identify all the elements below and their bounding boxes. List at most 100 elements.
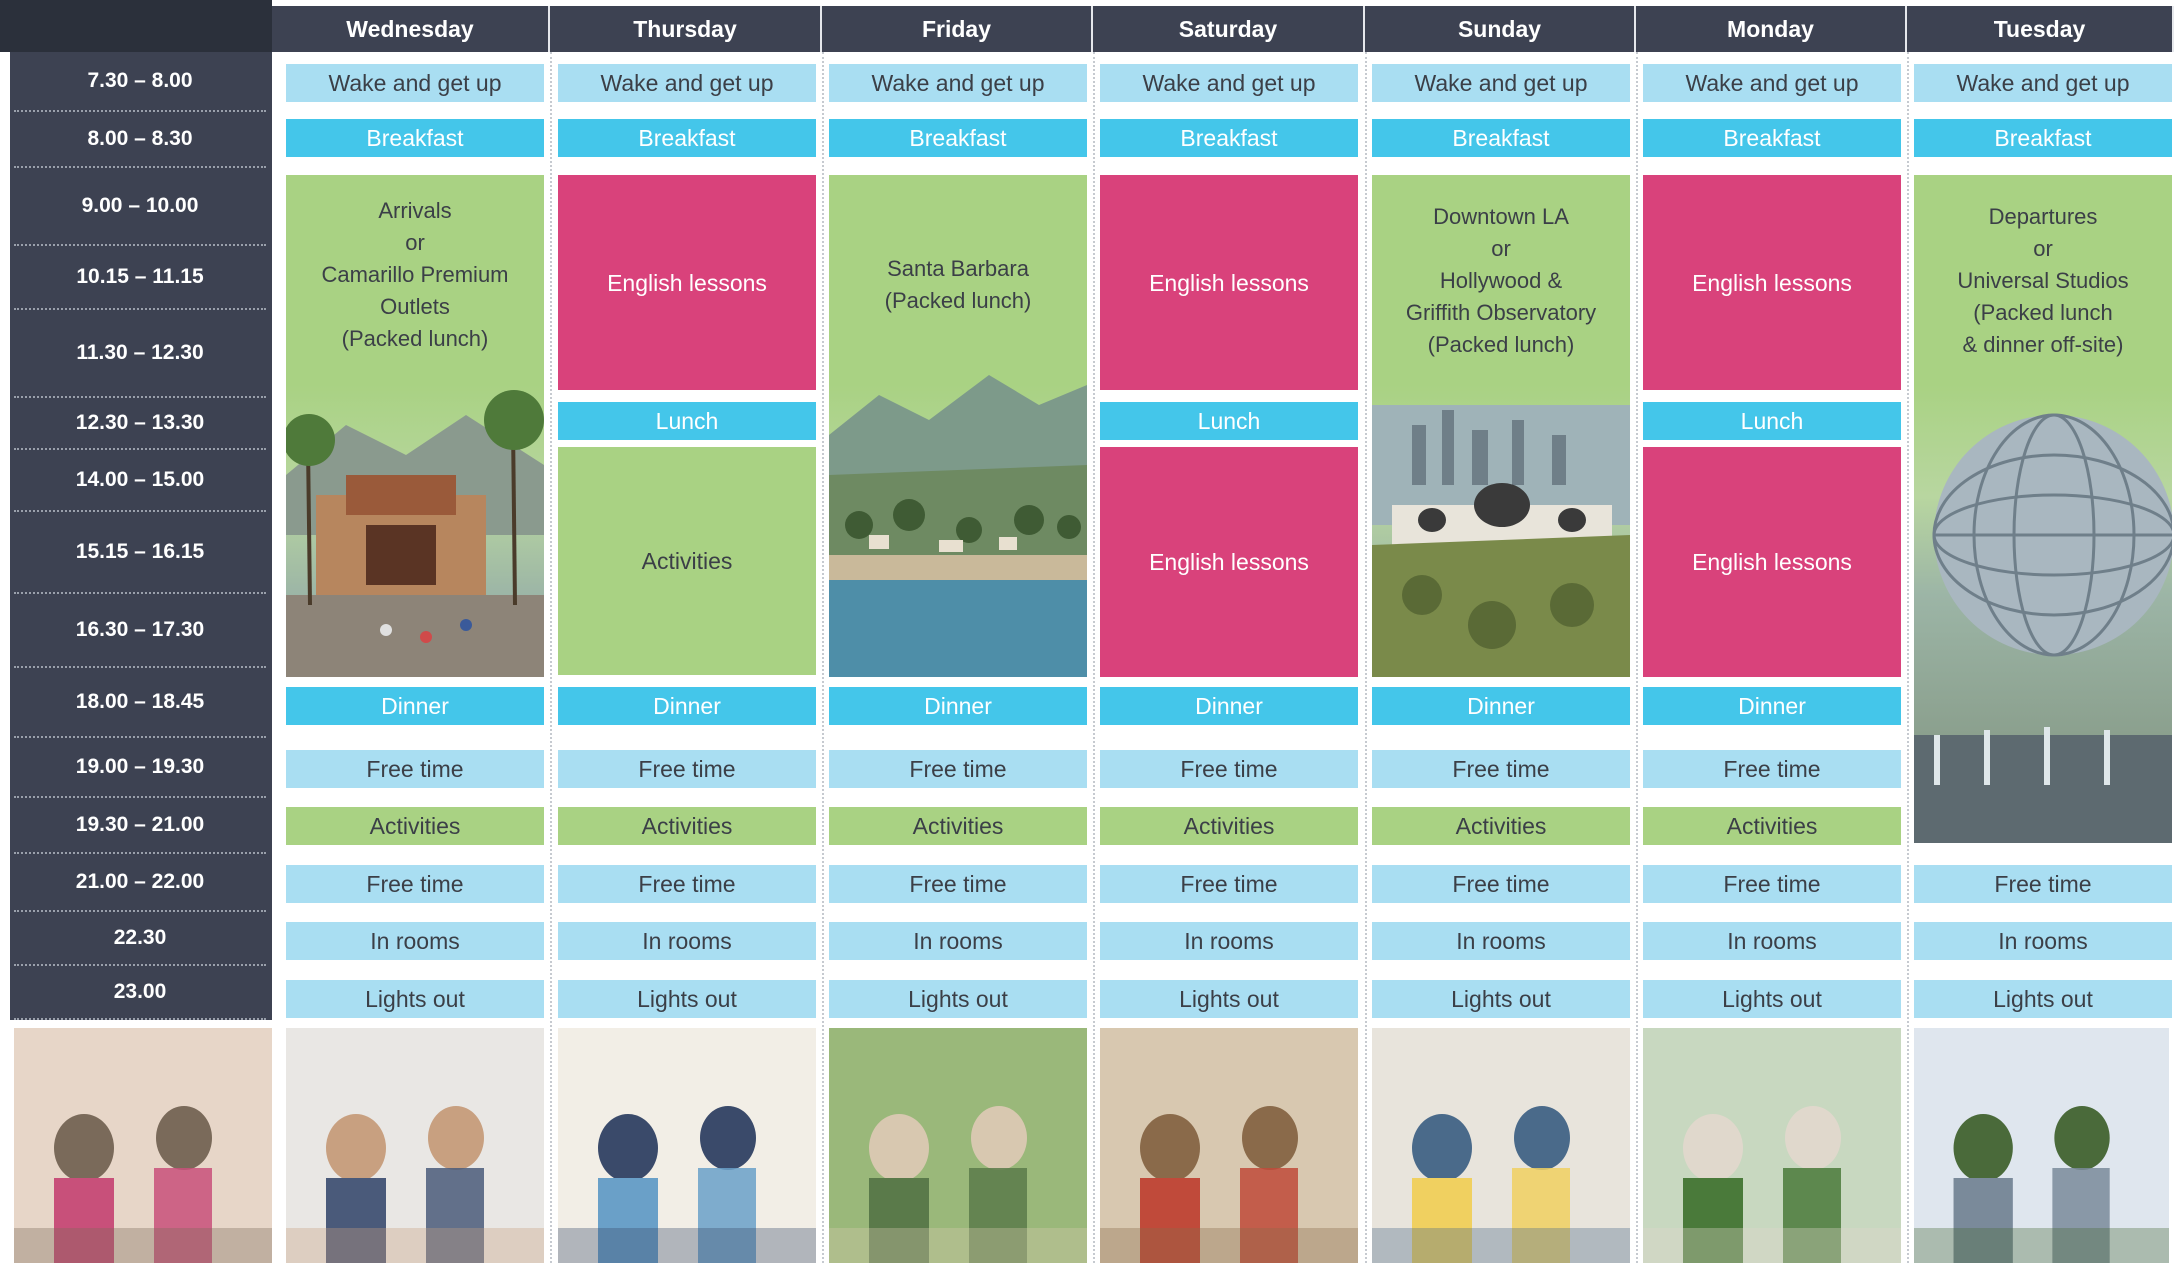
trip-text-line: Downtown LA: [1433, 204, 1569, 229]
slot-dinner-wednesday: Dinner: [286, 687, 544, 725]
photo-tile: [1914, 1028, 2169, 1263]
slot-english-saturday: English lessons: [1100, 447, 1358, 677]
trip-text-wednesday: Arrivals or Camarillo Premium Outlets (Packe…: [286, 195, 544, 355]
slot-wake-monday: Wake and get up: [1643, 64, 1901, 102]
photo-tile: [1100, 1028, 1358, 1263]
slot-lights-out-friday: Lights out: [829, 980, 1087, 1018]
day-header-tuesday: Tuesday: [1907, 6, 2174, 52]
time-slot-label: 19.00 – 19.30: [14, 738, 266, 798]
trip-text-line: Camarillo Premium: [321, 262, 509, 287]
column-separator: [1093, 52, 1095, 1263]
slot-lunch-thursday: Lunch: [558, 402, 816, 440]
time-slot-label: 21.00 – 22.00: [14, 854, 266, 912]
slot-lunch-monday: Lunch: [1643, 402, 1901, 440]
slot-english-saturday: English lessons: [1100, 175, 1358, 390]
trip-text-line: Griffith Observatory: [1405, 300, 1597, 325]
photo-tile: [829, 1028, 1087, 1263]
photo-illustration: [1100, 1028, 1358, 1263]
slot-lights-out-sunday: Lights out: [1372, 980, 1630, 1018]
slot-free-time-thursday: Free time: [558, 865, 816, 903]
slot-lights-out-saturday: Lights out: [1100, 980, 1358, 1018]
slot-free-time-wednesday: Free time: [286, 865, 544, 903]
trip-text-line: Departures: [1988, 204, 2098, 229]
day-header-monday: Monday: [1636, 6, 1907, 52]
day-header-thursday: Thursday: [550, 6, 822, 52]
slot-wake-sunday: Wake and get up: [1372, 64, 1630, 102]
trip-text-line: or: [1491, 236, 1511, 261]
slot-breakfast-wednesday: Breakfast: [286, 119, 544, 157]
slot-in-rooms-monday: In rooms: [1643, 922, 1901, 960]
time-slot-label: 22.30: [14, 912, 266, 966]
header-corner: [0, 0, 272, 52]
slot-in-rooms-sunday: In rooms: [1372, 922, 1630, 960]
time-slot-label: 8.00 – 8.30: [14, 112, 266, 168]
time-slot-label: 9.00 – 10.00: [14, 168, 266, 246]
slot-dinner-sunday: Dinner: [1372, 687, 1630, 725]
slot-in-rooms-saturday: In rooms: [1100, 922, 1358, 960]
trip-text-line: Universal Studios: [1957, 268, 2129, 293]
slot-wake-saturday: Wake and get up: [1100, 64, 1358, 102]
photo-illustration: [1372, 1028, 1630, 1263]
slot-free-time-monday: Free time: [1643, 750, 1901, 788]
time-slot-label: 14.00 – 15.00: [14, 450, 266, 512]
slot-free-time-sunday: Free time: [1372, 865, 1630, 903]
slot-free-time-tuesday: Free time: [1914, 865, 2172, 903]
slot-english-thursday: English lessons: [558, 175, 816, 390]
column-separator: [1907, 52, 1909, 1263]
time-slot-label: 11.30 – 12.30: [14, 310, 266, 398]
trip-block-friday: Santa Barbara (Packed lunch): [829, 175, 1087, 677]
slot-breakfast-friday: Breakfast: [829, 119, 1087, 157]
slot-activities-monday: Activities: [1643, 807, 1901, 845]
photo-tile: [1643, 1028, 1901, 1263]
slot-activities-saturday: Activities: [1100, 807, 1358, 845]
trip-scene-illustration: [829, 175, 1087, 677]
trip-text-sunday: Downtown LA or Hollywood & Griffith Observa…: [1372, 201, 1630, 361]
slot-breakfast-thursday: Breakfast: [558, 119, 816, 157]
trip-text-tuesday: Departures or Universal Studios (Packed lun…: [1914, 201, 2172, 361]
photo-illustration: [14, 1028, 272, 1263]
slot-breakfast-saturday: Breakfast: [1100, 119, 1358, 157]
column-separator: [1365, 52, 1367, 1263]
photo-tile: [14, 1028, 272, 1263]
trip-block-tuesday: Departures or Universal Studios (Packed lun…: [1914, 175, 2172, 843]
day-header-sunday: Sunday: [1365, 6, 1636, 52]
slot-activities-thursday: Activities: [558, 807, 816, 845]
slot-wake-wednesday: Wake and get up: [286, 64, 544, 102]
trip-block-wednesday: Arrivals or Camarillo Premium Outlets (Packe…: [286, 175, 544, 677]
slot-english-monday: English lessons: [1643, 175, 1901, 390]
photo-illustration: [558, 1028, 816, 1263]
trip-text-line: Santa Barbara: [887, 256, 1029, 281]
trip-text-line: Outlets: [380, 294, 450, 319]
photo-tile: [1372, 1028, 1630, 1263]
time-slot-label: 7.30 – 8.00: [14, 52, 266, 112]
slot-free-time-friday: Free time: [829, 750, 1087, 788]
slot-activities-sunday: Activities: [1372, 807, 1630, 845]
slot-breakfast-monday: Breakfast: [1643, 119, 1901, 157]
slot-activities-thursday: Activities: [558, 447, 816, 675]
slot-activities-friday: Activities: [829, 807, 1087, 845]
trip-text-line: (Packed lunch: [1973, 300, 2113, 325]
column-separator: [1636, 52, 1638, 1263]
slot-breakfast-sunday: Breakfast: [1372, 119, 1630, 157]
slot-free-time-sunday: Free time: [1372, 750, 1630, 788]
slot-lights-out-monday: Lights out: [1643, 980, 1901, 1018]
time-slot-label: 19.30 – 21.00: [14, 798, 266, 854]
day-header-friday: Friday: [822, 6, 1093, 52]
time-slot-label: 18.00 – 18.45: [14, 668, 266, 738]
slot-english-monday: English lessons: [1643, 447, 1901, 677]
slot-activities-wednesday: Activities: [286, 807, 544, 845]
trip-text-line: (Packed lunch): [1427, 332, 1575, 357]
trip-text-line: or: [2033, 236, 2053, 261]
slot-lunch-saturday: Lunch: [1100, 402, 1358, 440]
trip-text-line: or: [405, 230, 425, 255]
time-slot-label: 16.30 – 17.30: [14, 594, 266, 668]
trip-text-line: (Packed lunch): [341, 326, 489, 351]
day-header-wednesday: Wednesday: [272, 6, 550, 52]
time-slot-label: 15.15 – 16.15: [14, 512, 266, 594]
trip-text-line: (Packed lunch): [884, 288, 1032, 313]
time-slot-label: 12.30 – 13.30: [14, 398, 266, 450]
time-slot-label: 23.00: [14, 966, 266, 1020]
slot-in-rooms-wednesday: In rooms: [286, 922, 544, 960]
slot-lights-out-tuesday: Lights out: [1914, 980, 2172, 1018]
column-separator: [550, 52, 552, 1263]
